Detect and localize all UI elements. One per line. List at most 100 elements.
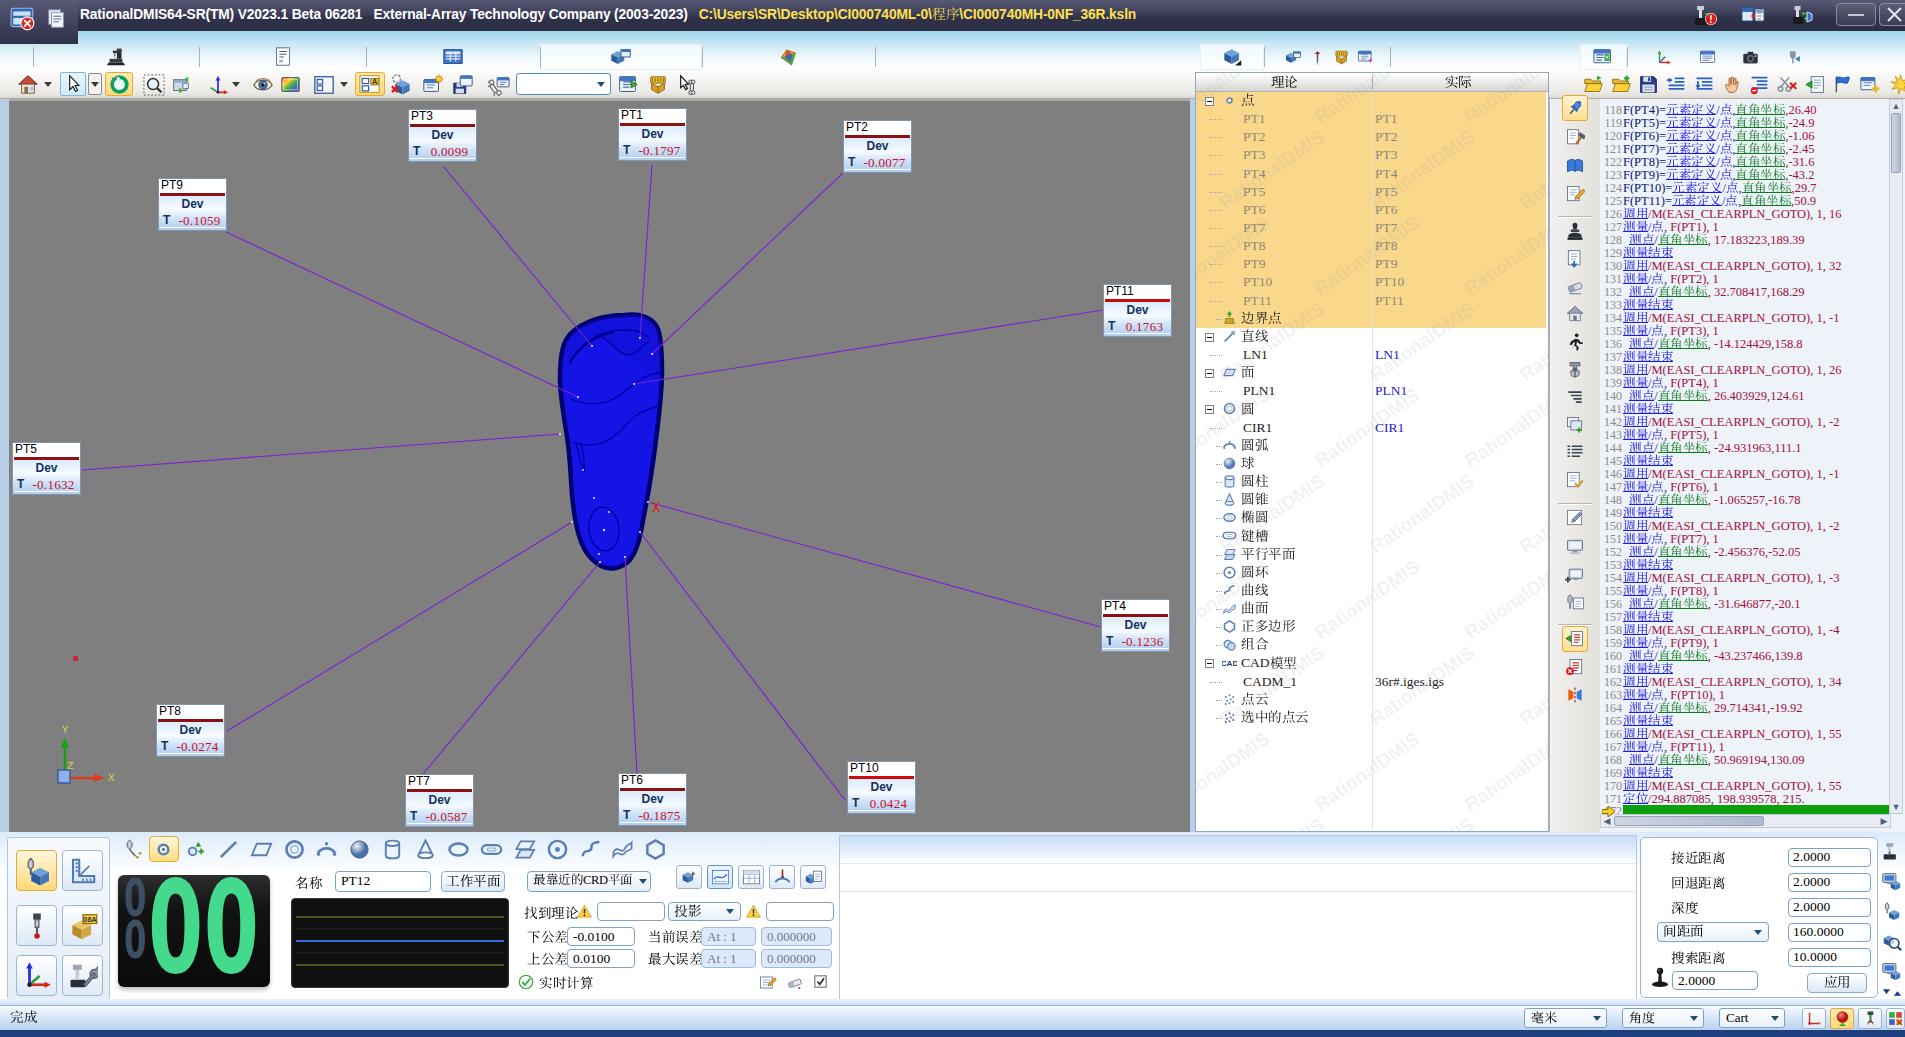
run-button[interactable] [1562, 329, 1588, 355]
program-line[interactable]: 169 [1600, 766, 1889, 779]
tree-item-actual[interactable]: PT11 [1375, 293, 1404, 309]
unindent-button[interactable] [1666, 72, 1687, 97]
monitor-model-button[interactable] [1881, 871, 1903, 893]
star-button[interactable] [1890, 72, 1905, 97]
scroll-up-arrow[interactable]: ▲ [1890, 100, 1902, 112]
coordinate-status-button[interactable] [1802, 1008, 1826, 1029]
tree-item-label[interactable]: PT5 [1243, 184, 1266, 200]
scroll-right-arrow[interactable]: ▶ [1878, 815, 1890, 827]
insert-list-button[interactable] [1562, 626, 1588, 652]
new-view-button[interactable] [422, 72, 444, 97]
tree-item-actual[interactable]: PT8 [1375, 238, 1398, 254]
machine-alert-icon[interactable]: ! [1693, 4, 1717, 31]
program-line[interactable]: 155/, F(PT8), 1 [1600, 584, 1889, 597]
render-color-button[interactable] [280, 72, 301, 97]
tree-item-actual[interactable]: PT7 [1375, 220, 1398, 236]
program-line[interactable]: 121F(PT7)=/,,-2.45 [1600, 142, 1889, 155]
document-copy-icon[interactable] [46, 8, 68, 33]
tree-item-label[interactable]: PT3 [1243, 147, 1266, 163]
import-button[interactable] [170, 72, 192, 97]
dev-label-PT7[interactable]: PT7DevT-0.0587 [405, 774, 474, 827]
strip-scroll-arrows[interactable] [1881, 987, 1903, 999]
dev-label-PT3[interactable]: PT3DevT0.0099 [408, 109, 477, 162]
eraser-icon[interactable] [785, 973, 804, 995]
program-line[interactable]: 170/M(EASI_CLEARPLN_GOTO), 1, 55 [1600, 779, 1889, 792]
tree-item-label[interactable]: PT11 [1243, 293, 1272, 309]
feature-name-input[interactable]: PT12 [335, 871, 431, 892]
stamp-button[interactable] [1562, 219, 1588, 245]
hide-model-button[interactable] [390, 72, 413, 97]
find-theory-input[interactable] [597, 902, 665, 921]
crd-plane-combo[interactable]: CRD [527, 871, 651, 892]
machine-setup-button[interactable] [62, 955, 103, 996]
tree-item-label[interactable] [1241, 601, 1268, 617]
3d-viewport[interactable]: YXZX.PT3DevT0.0099PT1DevT-0.1797PT2DevT-… [9, 99, 1190, 832]
tree-item-label[interactable] [1241, 710, 1309, 726]
coordinate-system-button[interactable] [207, 72, 229, 97]
program-line[interactable]: 146/M(EASI_CLEARPLN_GOTO), 1, -1 [1600, 467, 1889, 480]
projection-input[interactable] [766, 902, 834, 921]
save-program-button[interactable] [1638, 72, 1659, 97]
program-line[interactable]: 129 [1600, 246, 1889, 259]
program-lines[interactable]: 118F(PT4)=/,,26.40119F(PT5)=/,,-24.9120F… [1600, 103, 1889, 818]
surface-feature-button[interactable] [606, 835, 639, 863]
realtime-check-icon[interactable] [518, 974, 534, 993]
dev-label-PT4[interactable]: PT4DevT-0.1236 [1101, 599, 1170, 652]
program-line[interactable]: 122F(PT8)=/,,-31.6 [1600, 155, 1889, 168]
save-view-button[interactable] [452, 72, 474, 97]
probe-points-button[interactable] [116, 835, 149, 863]
close-button[interactable] [1879, 3, 1905, 26]
list-button[interactable] [1562, 439, 1588, 465]
program-line[interactable]: 125F(PT11)=/,,50.9 [1600, 194, 1889, 207]
tree-item-actual[interactable]: PT4 [1375, 166, 1398, 182]
tree-item-actual[interactable]: CIR1 [1375, 420, 1404, 436]
tree-item-label[interactable]: PT1 [1243, 111, 1266, 127]
tree-item-label[interactable] [1241, 583, 1268, 599]
view-list-tab[interactable] [800, 865, 826, 889]
dev-label-PT10[interactable]: PT10DevT0.0424 [847, 761, 916, 814]
tree-item-actual[interactable]: 36r#.iges.igs [1375, 674, 1444, 690]
home-caret-icon[interactable] [44, 72, 52, 97]
ellipse-feature-button[interactable] [442, 835, 475, 863]
ribbon-tab-4[interactable] [540, 44, 702, 70]
probe-config-button[interactable] [16, 905, 57, 946]
select-cursor-button[interactable] [60, 72, 86, 96]
dev-label-PT2[interactable]: PT2DevT-0.0077 [843, 120, 912, 173]
minimize-button[interactable] [1836, 3, 1876, 26]
edit-box-button[interactable] [1562, 505, 1588, 531]
code-vertical-scrollbar[interactable]: ▲ ▼ [1889, 99, 1903, 814]
retract-input[interactable]: 2.0000 [1788, 873, 1871, 892]
tree-item-label[interactable] [1241, 510, 1268, 526]
arc-feature-button[interactable] [310, 835, 343, 863]
monitor-button[interactable] [1562, 534, 1588, 560]
model-monitor-button[interactable] [1881, 961, 1903, 983]
unit-combo[interactable] [1524, 1008, 1607, 1028]
dev-label-PT6[interactable]: PT6DevT-0.1875 [618, 773, 687, 826]
program-line[interactable]: 134/M(EASI_CLEARPLN_GOTO), 1, -1 [1600, 311, 1889, 324]
scroll-down-arrow[interactable]: ▼ [1890, 801, 1902, 813]
program-line[interactable]: 154/M(EASI_CLEARPLN_GOTO), 1, -3 [1600, 571, 1889, 584]
select-caret-icon[interactable] [88, 73, 102, 95]
lower-tol-input[interactable]: -0.0100 [567, 927, 635, 946]
curve-feature-button[interactable] [574, 835, 607, 863]
tree-item-actual[interactable]: PT2 [1375, 129, 1398, 145]
add-monitor-button[interactable] [1562, 562, 1588, 588]
program-line[interactable]: 141 [1600, 402, 1889, 415]
program-line[interactable]: 151/, F(PT7), 1 [1600, 532, 1889, 545]
slot-feature-button[interactable] [475, 835, 508, 863]
dev-label-PT9[interactable]: PT9DevT-0.1059 [158, 178, 227, 231]
apply-button[interactable] [1807, 973, 1867, 993]
tree-item-label[interactable]: PT8 [1243, 238, 1266, 254]
tree-item-label[interactable] [1241, 528, 1268, 544]
note-edit-icon[interactable] [758, 973, 777, 995]
program-line[interactable]: 159/, F(PT9), 1 [1600, 636, 1889, 649]
view-arc-tab[interactable] [769, 865, 795, 889]
tree-item-label[interactable] [1241, 93, 1255, 109]
tree-expand-box[interactable] [1205, 369, 1214, 378]
tree-item-label[interactable] [1241, 329, 1268, 345]
probe-model-mode-button[interactable] [1881, 901, 1903, 923]
tree-item-label[interactable] [1241, 456, 1255, 472]
auto-window-button[interactable]: A [355, 72, 385, 96]
tree-item-actual[interactable]: PT1 [1375, 111, 1398, 127]
home-view-button[interactable] [1562, 301, 1588, 327]
